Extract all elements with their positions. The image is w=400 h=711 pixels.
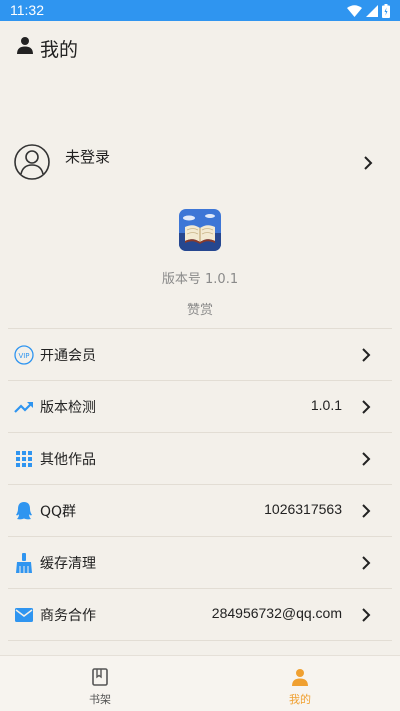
tab-mine[interactable]: 我的 xyxy=(200,656,400,711)
avatar-icon xyxy=(14,144,50,180)
menu-label: 商务合作 xyxy=(40,608,96,624)
status-bar: 11:32 xyxy=(0,0,400,21)
mail-icon xyxy=(15,608,33,622)
menu-value: 1.0.1 xyxy=(310,397,342,413)
bottom-tab-bar: 书架 我的 xyxy=(0,655,400,711)
chevron-right-icon xyxy=(362,452,371,466)
chevron-right-icon xyxy=(364,156,373,170)
person-icon xyxy=(292,669,308,686)
menu-item-vip[interactable]: VIP 开通会员 xyxy=(8,328,392,380)
wifi-icon xyxy=(347,4,362,17)
grid-icon xyxy=(16,451,32,467)
chevron-right-icon xyxy=(362,556,371,570)
battery-icon xyxy=(382,3,390,18)
page-header: 我的 xyxy=(0,21,400,77)
qq-icon xyxy=(16,502,32,520)
broom-icon xyxy=(16,553,32,573)
person-icon xyxy=(17,37,33,54)
menu-label: 缓存清理 xyxy=(40,556,96,572)
chevron-right-icon xyxy=(362,608,371,622)
chevron-right-icon xyxy=(362,504,371,518)
tab-label: 书架 xyxy=(89,693,111,706)
menu-item-qq-group[interactable]: QQ群 1026317563 xyxy=(8,484,392,536)
menu-item-version-check[interactable]: 版本检测 1.0.1 xyxy=(8,380,392,432)
profile-row[interactable]: 未登录 xyxy=(0,138,400,188)
signal-icon xyxy=(366,4,378,17)
trending-up-icon xyxy=(14,402,33,413)
chevron-right-icon xyxy=(362,348,371,362)
menu-label: QQ群 xyxy=(40,504,77,520)
menu-label: 版本检测 xyxy=(40,400,96,416)
app-logo xyxy=(179,209,221,251)
page-title: 我的 xyxy=(40,39,79,61)
menu-value: 284956732@qq.com xyxy=(211,605,342,621)
menu-value: 1026317563 xyxy=(264,501,342,517)
version-text: 版本号 1.0.1 xyxy=(161,272,239,287)
menu-item-other-works[interactable]: 其他作品 xyxy=(8,432,392,484)
status-time: 11:32 xyxy=(10,2,44,18)
menu-label: 开通会员 xyxy=(40,348,96,364)
menu-item-clear-cache[interactable]: 缓存清理 xyxy=(8,536,392,588)
bookshelf-icon xyxy=(92,668,108,686)
status-icons xyxy=(347,3,390,18)
svg-text:VIP: VIP xyxy=(18,352,29,360)
tab-label: 我的 xyxy=(289,693,311,706)
menu-item-business[interactable]: 商务合作 284956732@qq.com xyxy=(8,588,392,640)
menu-label: 其他作品 xyxy=(40,452,96,468)
chevron-right-icon xyxy=(362,400,371,414)
tab-bookshelf[interactable]: 书架 xyxy=(0,656,200,711)
vip-icon: VIP xyxy=(14,345,34,365)
login-status: 未登录 xyxy=(65,148,111,166)
reward-link[interactable]: 赞赏 xyxy=(0,299,400,318)
